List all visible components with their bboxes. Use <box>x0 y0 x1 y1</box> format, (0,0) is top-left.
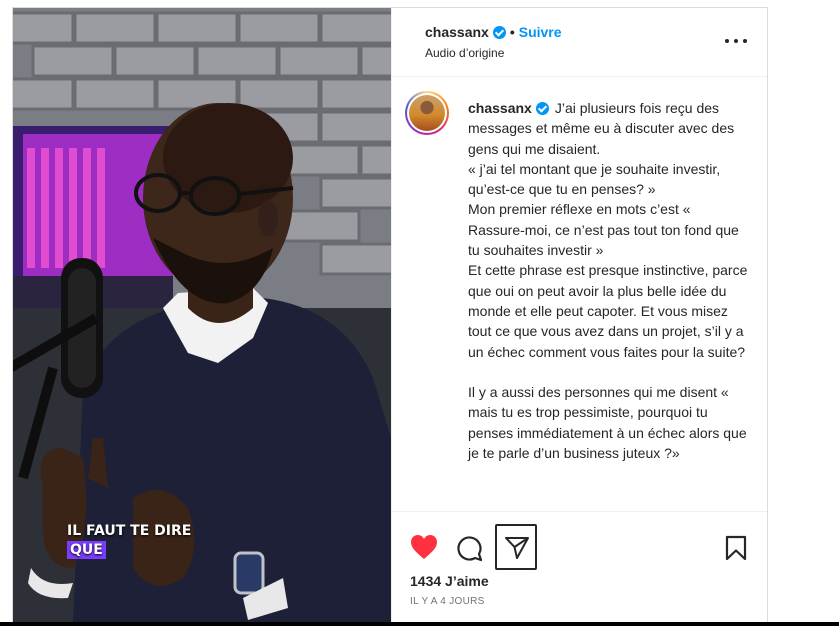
caption-text: J’ai plusieurs fois reçu des messages et… <box>468 100 748 462</box>
backdrop <box>0 0 12 626</box>
comment-icon[interactable] <box>455 534 483 562</box>
share-button[interactable] <box>495 524 537 570</box>
post-timestamp[interactable]: IL Y A 4 JOURS <box>410 596 485 607</box>
paper-plane-icon <box>505 537 529 559</box>
post-container: IL FAUT TE DIRE QUE chassanx • Suivre Audi… <box>12 7 768 623</box>
verified-badge-icon <box>535 102 549 115</box>
screen-bottom-edge <box>0 622 839 626</box>
video-caption-line1: IL FAUT TE DIRE <box>67 523 192 539</box>
audio-label[interactable]: Audio d’origine <box>425 46 504 60</box>
bookmark-icon[interactable] <box>725 535 747 561</box>
verified-badge-icon <box>492 26 506 39</box>
heart-filled-icon[interactable] <box>410 534 438 560</box>
post-actions: 1434 J’aime IL Y A 4 JOURS <box>392 511 767 622</box>
likes-count[interactable]: 1434 J’aime <box>410 573 489 589</box>
follow-button[interactable]: Suivre <box>519 24 562 40</box>
post-caption: chassanx J’ai plusieurs fois reçu des mes… <box>468 98 748 463</box>
header-username[interactable]: chassanx <box>425 24 489 40</box>
video-caption-line2: QUE <box>67 541 106 559</box>
video-caption-overlay: IL FAUT TE DIRE QUE <box>67 522 191 559</box>
post-video[interactable]: IL FAUT TE DIRE QUE <box>13 8 391 622</box>
post-side-panel: chassanx • Suivre Audio d’origine chassanx… <box>391 8 767 622</box>
instagram-post-dialog: IL FAUT TE DIRE QUE chassanx • Suivre Audi… <box>0 0 839 626</box>
header-user-row: chassanx • Suivre <box>425 24 562 40</box>
avatar[interactable] <box>405 91 449 135</box>
post-header: chassanx • Suivre Audio d’origine <box>392 8 767 77</box>
more-horizontal-icon[interactable] <box>725 34 747 48</box>
avatar-image <box>409 95 445 131</box>
caption-username[interactable]: chassanx <box>468 100 532 116</box>
comments-section[interactable]: chassanx J’ai plusieurs fois reçu des mes… <box>392 78 767 508</box>
header-separator: • <box>509 24 515 40</box>
